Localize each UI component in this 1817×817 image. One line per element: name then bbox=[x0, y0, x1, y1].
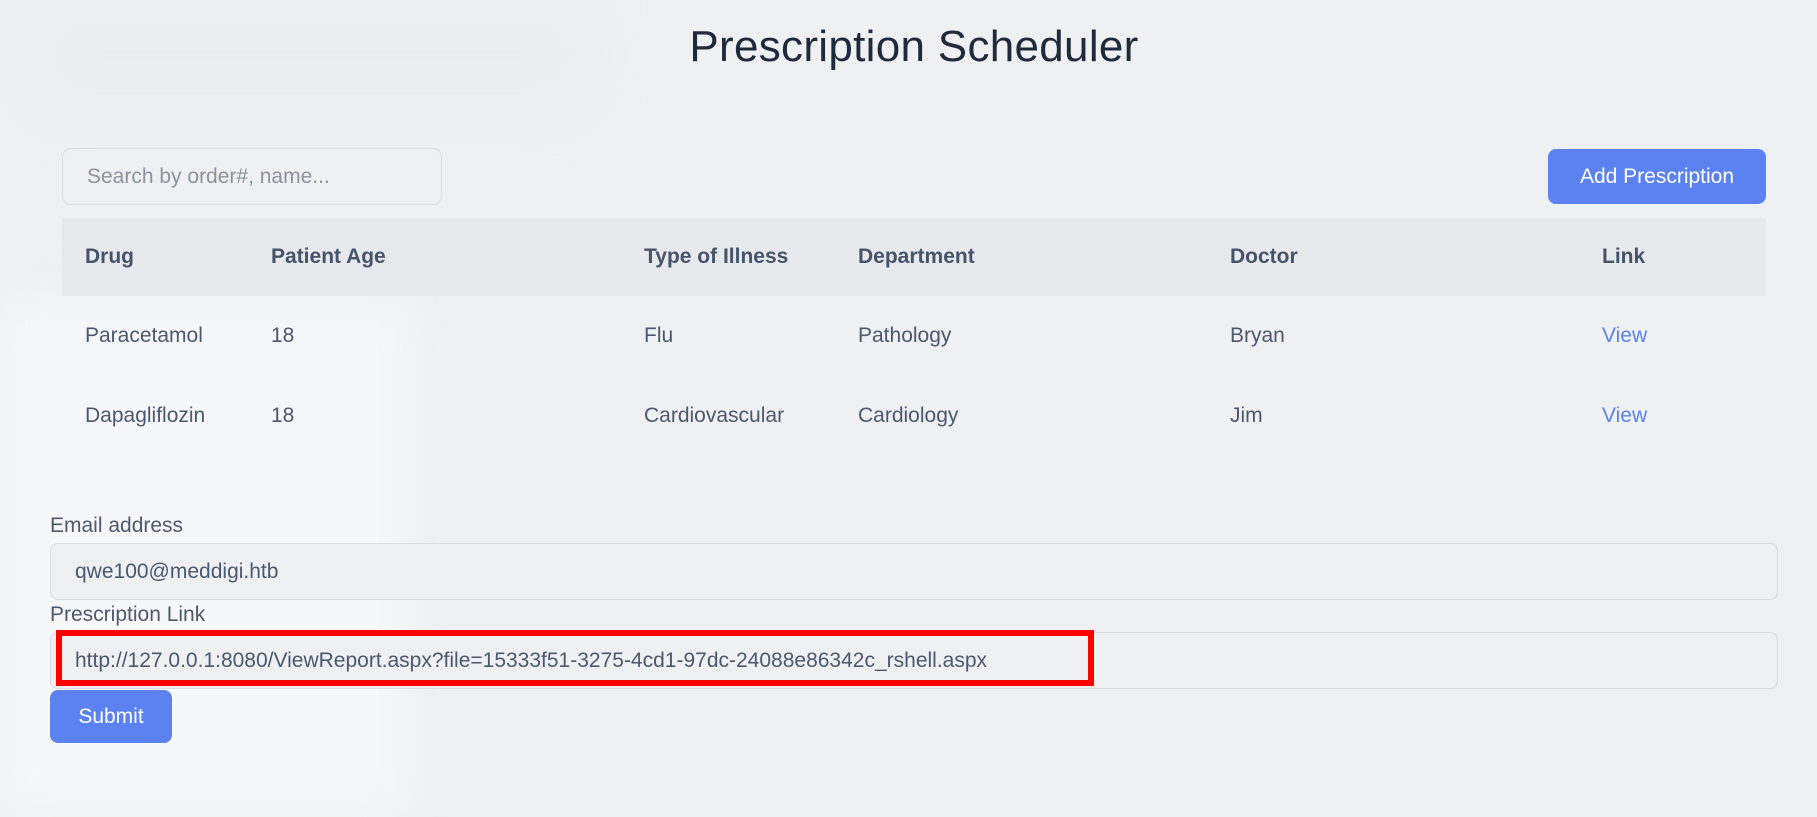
cell-department: Cardiology bbox=[858, 404, 959, 427]
prescription-link-field[interactable] bbox=[50, 632, 1778, 689]
column-header-department: Department bbox=[858, 245, 975, 268]
cell-doctor: Bryan bbox=[1230, 324, 1285, 347]
cell-type-of-illness: Flu bbox=[644, 324, 674, 347]
prescription-table: Drug Patient Age Type of Illness Departm… bbox=[62, 218, 1766, 456]
table-row: Dapagliflozin 18 Cardiovascular Cardiolo… bbox=[62, 376, 1766, 456]
email-label: Email address bbox=[50, 514, 184, 537]
cell-type-of-illness: Cardiovascular bbox=[644, 404, 785, 427]
column-header-patient-age: Patient Age bbox=[271, 245, 386, 268]
table-header: Drug Patient Age Type of Illness Departm… bbox=[62, 218, 1766, 296]
cell-doctor: Jim bbox=[1230, 404, 1263, 427]
add-prescription-button[interactable]: Add Prescription bbox=[1548, 149, 1766, 204]
prescription-link-label: Prescription Link bbox=[50, 603, 206, 626]
column-header-doctor: Doctor bbox=[1230, 245, 1298, 268]
view-link[interactable]: View bbox=[1602, 376, 1647, 456]
cell-patient-age: 18 bbox=[271, 404, 295, 427]
submit-button[interactable]: Submit bbox=[50, 690, 172, 743]
cell-patient-age: 18 bbox=[271, 324, 295, 347]
table-row: Paracetamol 18 Flu Pathology Bryan View bbox=[62, 296, 1766, 376]
view-link[interactable]: View bbox=[1602, 296, 1647, 376]
cell-drug: Paracetamol bbox=[85, 324, 203, 347]
email-field[interactable] bbox=[50, 543, 1778, 600]
cell-department: Pathology bbox=[858, 324, 952, 347]
page-title: Prescription Scheduler bbox=[689, 22, 1139, 71]
cell-drug: Dapagliflozin bbox=[85, 404, 206, 427]
column-header-drug: Drug bbox=[85, 245, 134, 268]
search-input[interactable] bbox=[62, 148, 442, 205]
column-header-type-of-illness: Type of Illness bbox=[644, 245, 789, 268]
column-header-link: Link bbox=[1602, 245, 1646, 268]
